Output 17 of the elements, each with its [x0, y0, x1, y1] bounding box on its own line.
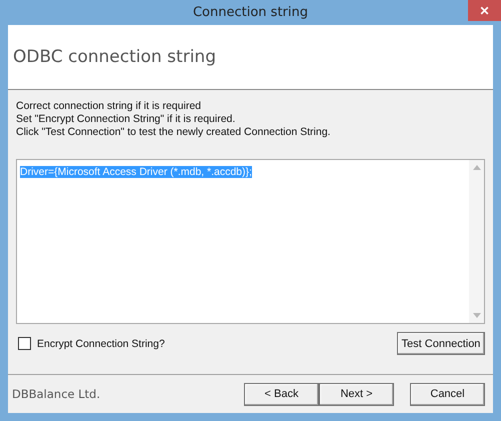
page-heading: ODBC connection string: [13, 47, 216, 67]
wizard-button[interactable]: Next >: [319, 382, 394, 406]
instruction-text: Correct connection string if it is required: [16, 100, 202, 113]
encrypt-label: Encrypt Connection String?: [37, 338, 165, 350]
close-button[interactable]: ✕: [468, 0, 501, 21]
test-connection-button[interactable]: Test Connection: [397, 332, 485, 355]
scrollbar[interactable]: [469, 160, 484, 323]
connection-string-text: Driver={Microsoft Access Driver (*.mdb, *.accdb)};: [20, 166, 252, 178]
instruction-text: Click "Test Connection" to test the newly created Connection String.: [16, 126, 332, 139]
wizard-button[interactable]: < Back: [244, 382, 319, 406]
company-name: DBBalance Ltd.: [12, 387, 100, 401]
wizard-button[interactable]: Cancel: [410, 382, 485, 406]
window-title: Connection string: [192, 5, 308, 20]
instruction-text: Set "Encrypt Connection String" if it is required.: [16, 113, 236, 126]
scroll-down-icon[interactable]: [472, 313, 480, 318]
scroll-up-icon[interactable]: [472, 165, 480, 170]
encrypt-checkbox[interactable]: [18, 337, 31, 350]
